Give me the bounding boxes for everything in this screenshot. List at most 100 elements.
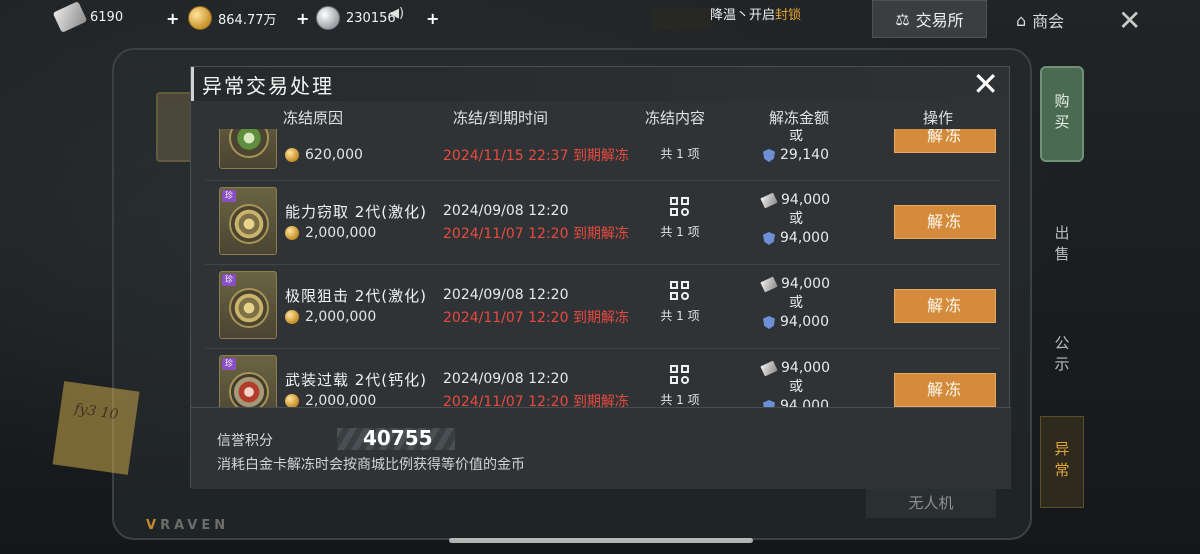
shield-icon <box>763 400 775 407</box>
gold-coin-icon <box>188 6 212 30</box>
expire-time: 2024/11/15 22:37 到期解冻 <box>443 148 629 164</box>
dialog-title: 异常交易处理 <box>202 74 334 98</box>
content-count: 共 1 项 <box>660 393 700 407</box>
item-price: 2,000,000 <box>285 225 376 241</box>
credit-note: 消耗白金卡解冻时会按商城比例获得等价值的金币 <box>217 457 525 473</box>
frozen-content[interactable]: 共 1 项 <box>655 281 705 324</box>
dialog-footer: 信誉积分 40755 消耗白金卡解冻时会按商城比例获得等价值的金币 <box>191 407 1011 489</box>
tab-abnormal[interactable]: 异常 <box>1040 416 1084 508</box>
item-price: 620,000 <box>285 147 363 163</box>
shield-icon <box>763 316 775 329</box>
item-price-value: 2,000,000 <box>305 393 377 407</box>
platinum-card-icon <box>52 1 88 33</box>
item-name: 极限狙击 2代(激化) <box>285 287 428 305</box>
tab-sell[interactable]: 出售 <box>1040 200 1084 292</box>
unfreeze-button[interactable]: 解冻 <box>894 205 996 239</box>
exchange-label: 交易所 <box>915 11 964 30</box>
background-chip <box>652 8 712 30</box>
item-price: 2,000,000 <box>285 393 376 407</box>
amount-shield-value: 29,140 <box>780 147 829 163</box>
platinum-card-icon <box>760 360 778 377</box>
tab-public[interactable]: 公示 <box>1040 310 1084 402</box>
gold-coin-icon <box>285 310 299 324</box>
silver-balance: 230156 <box>316 6 396 30</box>
exchange-tab[interactable]: ⚖ 交易所 <box>872 0 987 38</box>
amount-card-line: 94,000 <box>751 275 841 294</box>
inspect-grid-icon <box>670 197 690 217</box>
scale-icon: ⚖ <box>895 9 910 29</box>
item-thumbnail: 珍 <box>219 355 277 407</box>
expire-time: 2024/11/07 12:20 到期解冻 <box>443 226 629 242</box>
home-indicator <box>449 538 753 543</box>
unfreeze-amount: 94,000 或 94,000 <box>751 275 841 332</box>
item-emblem-icon <box>229 129 269 158</box>
amount-shield-line: 94,000 <box>751 313 841 332</box>
item-price: 2,000,000 <box>285 309 376 325</box>
unfreeze-amount: 或 29,140 <box>751 129 841 165</box>
gold-value: 864.77万 <box>218 12 277 28</box>
frozen-content[interactable]: 共 1 项 <box>655 365 705 407</box>
brand-logo: V RAVEN <box>146 518 230 533</box>
frozen-list[interactable]: 620,000 2024/11/15 22:37 到期解冻 共 1 项 或 29… <box>205 129 1001 407</box>
add-platinum-button[interactable]: + <box>166 9 179 28</box>
notice-highlight: 封锁 <box>775 8 802 23</box>
freeze-time: 2024/09/08 12:20 <box>443 203 569 219</box>
unfreeze-button[interactable]: 解冻 <box>894 129 996 153</box>
sticky-note: fy3 10 <box>52 381 140 475</box>
amount-shield-value: 94,000 <box>780 230 829 246</box>
amount-or: 或 <box>789 379 803 395</box>
shield-icon <box>763 232 775 245</box>
amount-card-value: 94,000 <box>781 360 830 376</box>
col-action: 操作 <box>923 109 954 127</box>
item-name: 能力窃取 2代(激化) <box>285 203 428 221</box>
platinum-card-value: 6190 <box>90 9 124 25</box>
add-silver-button[interactable]: + <box>426 9 439 28</box>
col-reason: 冻结原因 <box>283 109 344 127</box>
unfreeze-button[interactable]: 解冻 <box>894 289 996 323</box>
dialog-header: 异常交易处理 ✕ <box>191 67 1009 101</box>
add-gold-button[interactable]: + <box>296 9 309 28</box>
item-emblem-icon <box>229 288 269 328</box>
gold-coin-icon <box>285 148 299 162</box>
content-count: 共 1 项 <box>660 309 700 323</box>
amount-or: 或 <box>789 295 803 311</box>
dialog-close-icon[interactable]: ✕ <box>972 68 999 100</box>
item-thumbnail: 珍 <box>219 187 277 255</box>
amount-card-value: 94,000 <box>781 276 830 292</box>
server-notice: 降温丶开启封锁 <box>710 4 801 23</box>
gold-coin-icon <box>285 226 299 240</box>
amount-card-line: 94,000 <box>751 359 841 378</box>
content-count: 共 1 项 <box>660 147 700 161</box>
unfreeze-button[interactable]: 解冻 <box>894 373 996 407</box>
freeze-time: 2024/09/08 12:20 <box>443 287 569 303</box>
shop-tab[interactable]: ⌂ 商会 <box>1016 8 1064 32</box>
freeze-time: 2024/09/08 12:20 <box>443 371 569 387</box>
expire-time: 2024/11/07 12:20 到期解冻 <box>443 394 629 407</box>
amount-shield-line: 29,140 <box>751 146 841 165</box>
platinum-card-balance: 6190 <box>52 1 124 33</box>
drone-filter[interactable]: 无人机 <box>866 488 996 518</box>
credit-value: 40755 <box>363 426 433 450</box>
credit-label: 信誉积分 <box>217 433 273 449</box>
item-price-value: 2,000,000 <box>305 309 377 325</box>
frozen-content[interactable]: 共 1 项 <box>655 197 705 240</box>
content-count: 共 1 项 <box>660 225 700 239</box>
inspect-grid-icon <box>670 365 690 385</box>
rarity-badge: 珍 <box>222 358 236 370</box>
frozen-content: 共 1 项 <box>655 129 705 162</box>
unfreeze-amount: 94,000 或 94,000 <box>751 191 841 248</box>
shield-icon <box>763 149 775 162</box>
tab-buy[interactable]: 购买 <box>1040 66 1084 162</box>
amount-card-line: 94,000 <box>751 191 841 210</box>
rarity-badge: 珍 <box>222 274 236 286</box>
amount-shield-line: 94,000 <box>751 397 841 407</box>
amount-card-value: 94,000 <box>781 192 830 208</box>
item-emblem-icon <box>229 204 269 244</box>
speaker-icon: ◀) <box>389 6 405 21</box>
close-icon[interactable]: ✕ <box>1118 4 1141 37</box>
shop-label: 商会 <box>1032 12 1065 31</box>
table-header: 冻结原因 冻结/到期时间 冻结内容 解冻金额 操作 <box>191 105 1011 129</box>
amount-or: 或 <box>789 211 803 227</box>
amount-or: 或 <box>789 129 803 144</box>
table-row: 珍 极限狙击 2代(激化) 2,000,000 2024/09/08 12:20… <box>205 265 1001 349</box>
